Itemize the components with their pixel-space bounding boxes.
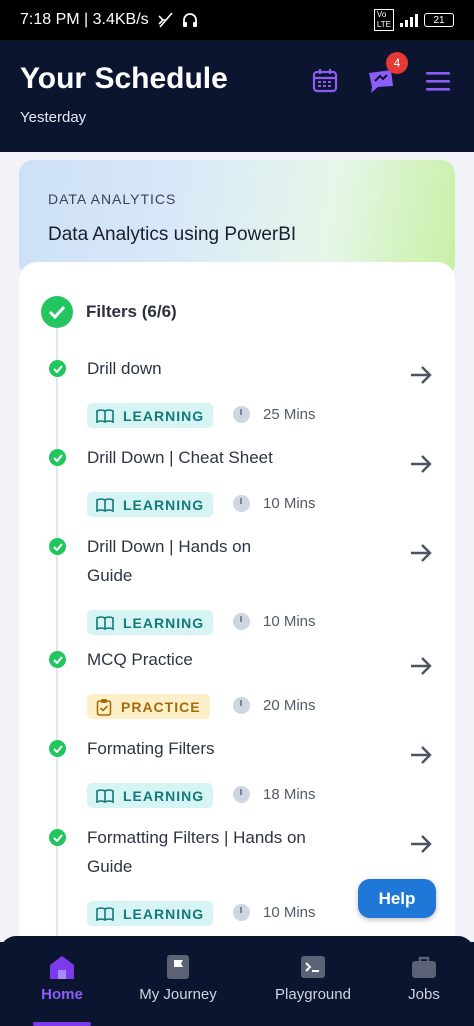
clipboard-check-icon	[96, 698, 112, 716]
practice-tag: PRACTICE	[87, 694, 210, 719]
learning-tag: LEARNING	[87, 403, 214, 428]
notifications-button[interactable]: 4	[364, 52, 408, 98]
nav-my-journey[interactable]: My Journey	[134, 954, 222, 1003]
course-category: DATA ANALYTICS	[48, 191, 177, 207]
check-icon	[49, 740, 66, 757]
learning-tag: LEARNING	[87, 901, 214, 926]
clock-icon	[233, 613, 250, 630]
learning-tag: LEARNING	[87, 783, 214, 808]
calendar-button[interactable]	[308, 64, 342, 98]
arrow-right-icon[interactable]	[409, 744, 433, 766]
book-icon	[96, 408, 114, 423]
check-icon	[49, 449, 66, 466]
mute-icon	[158, 12, 173, 28]
check-icon	[49, 651, 66, 668]
calendar-icon	[312, 69, 338, 93]
duration: 18 Mins	[233, 786, 316, 803]
item-title: Drill Down | Cheat Sheet	[87, 448, 273, 467]
item-title: Formatting Filters | Hands on Guide	[87, 828, 306, 876]
menu-button[interactable]	[421, 64, 455, 98]
course-name: Data Analytics using PowerBI	[48, 224, 297, 245]
schedule-content: DATA ANALYTICS Data Analytics using Powe…	[0, 152, 474, 968]
timeline-line	[56, 328, 58, 968]
help-button[interactable]: Help	[358, 879, 436, 918]
module-header[interactable]: Filters (6/6)	[41, 296, 177, 328]
app-header: Your Schedule Yesterday 4	[0, 40, 474, 152]
item-title: Drill down	[87, 359, 162, 378]
active-tab-indicator	[33, 1022, 91, 1026]
module-title: Filters (6/6)	[86, 302, 177, 321]
signal-icon	[400, 13, 418, 27]
status-speed: 3.4KB/s	[92, 11, 149, 28]
clock-icon	[233, 495, 250, 512]
duration: 25 Mins	[233, 406, 316, 423]
date-label: Yesterday	[20, 109, 87, 126]
status-time: 7:18 PM	[20, 11, 80, 28]
arrow-right-icon[interactable]	[409, 364, 433, 386]
module-complete-icon	[41, 296, 73, 328]
learning-tag: LEARNING	[87, 610, 214, 635]
item-title: MCQ Practice	[87, 650, 193, 669]
learning-tag: LEARNING	[87, 492, 214, 517]
arrow-right-icon[interactable]	[409, 453, 433, 475]
item-title: Drill Down | Hands on Guide	[87, 537, 252, 585]
clock-icon	[233, 697, 250, 714]
book-icon	[96, 906, 114, 921]
clock-icon	[233, 406, 250, 423]
hamburger-menu-icon	[426, 72, 450, 91]
page-title: Your Schedule	[20, 62, 228, 95]
home-icon	[50, 956, 74, 979]
book-icon	[96, 788, 114, 803]
briefcase-icon	[412, 956, 436, 978]
headphones-icon	[182, 13, 197, 27]
duration: 10 Mins	[233, 613, 316, 630]
course-card[interactable]: DATA ANALYTICS Data Analytics using Powe…	[19, 160, 455, 278]
battery-icon: 21	[424, 13, 454, 27]
arrow-right-icon[interactable]	[409, 833, 433, 855]
check-icon	[49, 829, 66, 846]
duration: 10 Mins	[233, 495, 316, 512]
bottom-navigation: Home My Journey Playground Jobs	[0, 936, 474, 1026]
nav-playground[interactable]: Playground	[270, 954, 356, 1003]
clock-icon	[233, 786, 250, 803]
book-icon	[96, 615, 114, 630]
volte-icon: Vo LTE	[373, 9, 394, 31]
duration: 10 Mins	[233, 904, 316, 921]
book-icon	[96, 497, 114, 512]
nav-home[interactable]: Home	[36, 954, 88, 1003]
terminal-icon	[301, 956, 325, 978]
item-title: Formating Filters	[87, 739, 215, 758]
duration: 20 Mins	[233, 697, 316, 714]
check-icon	[49, 538, 66, 555]
flag-icon	[167, 955, 189, 979]
check-icon	[49, 360, 66, 377]
status-bar: 7:18 PM | 3.4KB/s Vo LTE 21	[0, 0, 474, 40]
arrow-right-icon[interactable]	[409, 655, 433, 677]
clock-icon	[233, 904, 250, 921]
module-card: Filters (6/6) Drill down LEARNING 25 Min…	[19, 262, 455, 968]
arrow-right-icon[interactable]	[409, 542, 433, 564]
notification-badge: 4	[386, 52, 408, 74]
nav-jobs[interactable]: Jobs	[400, 954, 448, 1003]
